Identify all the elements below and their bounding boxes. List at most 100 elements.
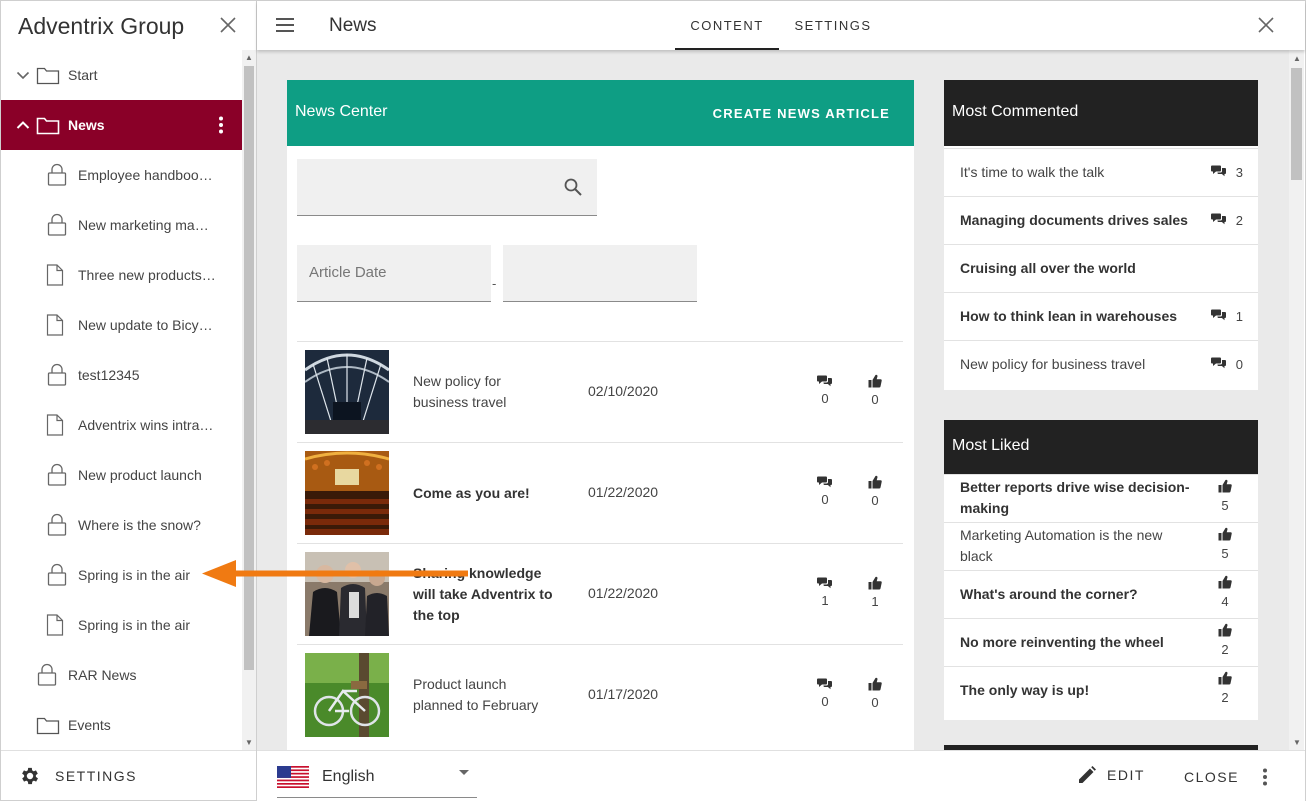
train-station-image[interactable]: [305, 350, 389, 434]
us-flag-icon: [277, 766, 309, 788]
chevron-down-icon[interactable]: [16, 70, 36, 80]
sidebar-item-start[interactable]: Start: [1, 50, 242, 100]
list-item[interactable]: Better reports drive wise decision-makin…: [944, 474, 1258, 522]
list-item-title: Marketing Automation is the new black: [960, 527, 1163, 564]
article-title-text: Come as you are!: [413, 484, 530, 501]
scroll-up-arrow-icon[interactable]: ▲: [1293, 54, 1301, 63]
hamburger-menu-icon[interactable]: [275, 17, 295, 33]
scroll-up-arrow-icon[interactable]: ▲: [245, 53, 253, 62]
article-title[interactable]: Product launch planned to February: [413, 645, 558, 745]
more-vertical-icon[interactable]: [218, 116, 224, 137]
document-icon: [46, 264, 78, 286]
sidebar-item-employee-handboo[interactable]: Employee handboo…: [1, 150, 242, 200]
list-item[interactable]: Marketing Automation is the new black 5: [944, 522, 1258, 570]
list-item[interactable]: It's time to walk the talk 3: [944, 148, 1258, 196]
article-date-placeholder: Article Date: [309, 264, 387, 281]
article-date-to-field[interactable]: [503, 245, 697, 302]
article-row[interactable]: New policy for business travel 02/10/2020…: [297, 341, 903, 442]
article-comments: 0: [815, 677, 835, 709]
article-likes[interactable]: 0: [865, 677, 885, 710]
comment-stat: 2: [1210, 212, 1243, 228]
article-likes[interactable]: 0: [865, 475, 885, 508]
sidebar-item-rar-news[interactable]: RAR News: [1, 650, 242, 700]
sidebar-item-new-marketing-ma[interactable]: New marketing ma…: [1, 200, 242, 250]
article-date-from-field[interactable]: Article Date: [297, 245, 491, 302]
edit-button[interactable]: EDIT: [1077, 765, 1145, 785]
language-select[interactable]: English: [277, 756, 477, 798]
list-item[interactable]: Cruising all over the world: [944, 244, 1258, 292]
scroll-down-arrow-icon[interactable]: ▼: [1293, 738, 1301, 747]
auditorium-image[interactable]: [305, 451, 389, 535]
like-stat: 2: [1217, 623, 1233, 657]
news-center-header: News Center CREATE NEWS ARTICLE: [287, 80, 914, 146]
sidebar-item-adventrix-wins-intra[interactable]: Adventrix wins intra…: [1, 400, 242, 450]
comment-count: 2: [1235, 212, 1243, 228]
article-row[interactable]: Come as you are! 01/22/2020 0 0: [297, 442, 903, 543]
article-comments: 1: [815, 576, 835, 608]
list-item[interactable]: How to think lean in warehouses 1: [944, 292, 1258, 340]
article-date: 01/17/2020: [588, 686, 659, 702]
sidebar-tree: Start News Employee handboo… New marketing …: [1, 50, 242, 750]
like-stat: 2: [1217, 671, 1233, 705]
thumbs-up-icon: [1218, 671, 1232, 688]
close-icon[interactable]: [1257, 16, 1275, 34]
sidebar-settings-label: SETTINGS: [55, 767, 138, 784]
document-icon: [46, 614, 78, 636]
lock-icon: [46, 363, 78, 387]
sidebar-item-new-update-to-bicy[interactable]: New update to Bicy…: [1, 300, 242, 350]
comment-count: 0: [821, 391, 829, 406]
comment-icon: [1210, 212, 1227, 228]
content-canvas: News Center CREATE NEWS ARTICLE Article …: [257, 50, 1289, 750]
like-count: 0: [871, 392, 879, 407]
article-title[interactable]: New policy for business travel: [413, 342, 558, 442]
thumbs-up-icon: [868, 677, 882, 694]
main-scrollbar[interactable]: ▲ ▼: [1289, 50, 1304, 750]
sidebar-item-test12345[interactable]: test12345: [1, 350, 242, 400]
article-likes[interactable]: 1: [865, 576, 885, 609]
sidebar-item-three-new-products[interactable]: Three new products…: [1, 250, 242, 300]
tab-content[interactable]: CONTENT: [675, 1, 779, 50]
sidebar-item-label: Where is the snow?: [78, 517, 201, 533]
sidebar-item-new-product-launch[interactable]: New product launch: [1, 450, 242, 500]
sidebar-item-label: New product launch: [78, 467, 202, 483]
list-item-title: Managing documents drives sales: [960, 212, 1188, 228]
article-likes[interactable]: 0: [865, 374, 885, 407]
edit-label: EDIT: [1107, 767, 1145, 783]
bottom-bar: English EDIT CLOSE: [257, 750, 1305, 801]
folder-icon: [36, 115, 68, 135]
close-button[interactable]: CLOSE: [1184, 769, 1239, 785]
sidebar-item-events[interactable]: Events: [1, 700, 242, 750]
close-icon[interactable]: [218, 15, 238, 35]
news-search-input[interactable]: [297, 159, 597, 216]
sidebar-scrollbar[interactable]: ▲ ▼: [242, 50, 256, 750]
article-title-text: Product launch planned to February: [413, 676, 539, 713]
like-stat: 4: [1217, 575, 1233, 609]
create-news-article-button[interactable]: CREATE NEWS ARTICLE: [713, 106, 890, 121]
sidebar-item-label: New update to Bicy…: [78, 317, 213, 333]
list-item[interactable]: No more reinventing the wheel 2: [944, 618, 1258, 666]
scroll-down-arrow-icon[interactable]: ▼: [245, 738, 253, 747]
more-vertical-icon[interactable]: [1262, 768, 1268, 786]
thumbs-up-icon: [868, 475, 882, 492]
list-item-title: The only way is up!: [960, 682, 1090, 698]
article-row[interactable]: Product launch planned to February 01/17/…: [297, 644, 903, 745]
list-item[interactable]: What's around the corner? 4: [944, 570, 1258, 618]
list-item[interactable]: The only way is up! 2: [944, 666, 1258, 714]
sidebar-settings-button[interactable]: SETTINGS: [1, 750, 256, 800]
list-item-title: Cruising all over the world: [960, 260, 1136, 276]
tab-settings[interactable]: SETTINGS: [787, 1, 879, 50]
article-comments: 0: [815, 475, 835, 507]
search-icon[interactable]: [563, 177, 583, 197]
chevron-up-icon[interactable]: [16, 120, 36, 130]
list-item[interactable]: Managing documents drives sales 2: [944, 196, 1258, 244]
bicycle-image[interactable]: [305, 653, 389, 737]
sidebar-item-label: Adventrix wins intra…: [78, 417, 214, 433]
sidebar-item-spring-is-in-the-air[interactable]: Spring is in the air: [1, 600, 242, 650]
sidebar-item-news[interactable]: News: [1, 100, 242, 150]
comment-stat: 1: [1210, 308, 1243, 324]
article-title[interactable]: Come as you are!: [413, 443, 558, 543]
most-commented-card: Most Commented It's time to walk the tal…: [944, 80, 1258, 390]
main-scroll-thumb[interactable]: [1291, 68, 1302, 180]
sidebar-item-where-is-the-snow[interactable]: Where is the snow?: [1, 500, 242, 550]
list-item[interactable]: New policy for business travel 0: [944, 340, 1258, 388]
